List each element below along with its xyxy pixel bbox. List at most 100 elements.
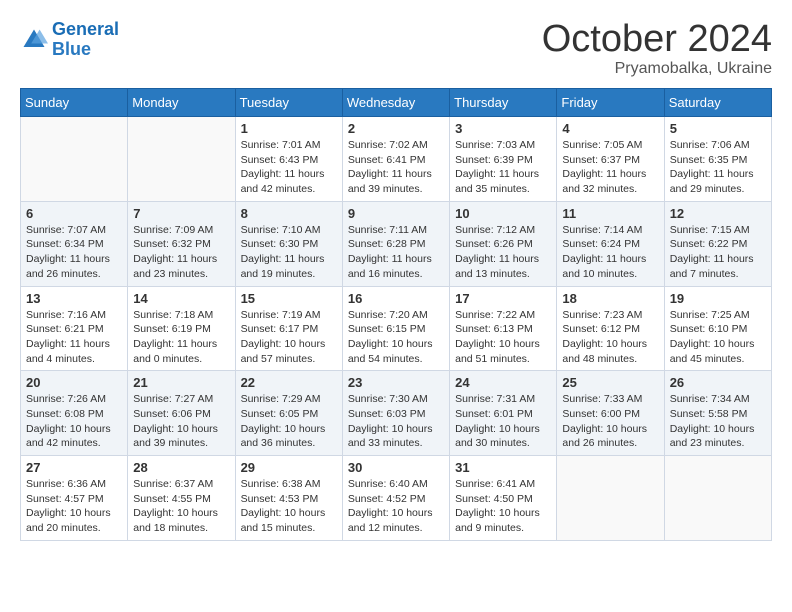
logo-icon <box>20 26 48 54</box>
daylight: Daylight: 11 hours and 7 minutes. <box>670 253 754 280</box>
day-info: Sunrise: 7:16 AM Sunset: 6:21 PM Dayligh… <box>26 308 122 367</box>
calendar-cell: 24 Sunrise: 7:31 AM Sunset: 6:01 PM Dayl… <box>450 371 557 456</box>
day-number: 17 <box>455 291 551 306</box>
daylight: Daylight: 10 hours and 51 minutes. <box>455 338 540 365</box>
day-info: Sunrise: 7:10 AM Sunset: 6:30 PM Dayligh… <box>241 223 337 282</box>
sunset: Sunset: 6:15 PM <box>348 323 426 335</box>
sunset: Sunset: 6:24 PM <box>562 238 640 250</box>
day-number: 3 <box>455 121 551 136</box>
daylight: Daylight: 11 hours and 16 minutes. <box>348 253 432 280</box>
sunrise: Sunrise: 6:41 AM <box>455 478 535 490</box>
calendar-cell: 29 Sunrise: 6:38 AM Sunset: 4:53 PM Dayl… <box>235 456 342 541</box>
sunset: Sunset: 6:19 PM <box>133 323 211 335</box>
sunset: Sunset: 6:08 PM <box>26 408 104 420</box>
calendar-cell: 13 Sunrise: 7:16 AM Sunset: 6:21 PM Dayl… <box>21 286 128 371</box>
calendar-cell: 30 Sunrise: 6:40 AM Sunset: 4:52 PM Dayl… <box>342 456 449 541</box>
calendar-week-row: 20 Sunrise: 7:26 AM Sunset: 6:08 PM Dayl… <box>21 371 772 456</box>
sunset: Sunset: 6:12 PM <box>562 323 640 335</box>
day-number: 11 <box>562 206 658 221</box>
calendar-day-header: Friday <box>557 89 664 117</box>
calendar-cell: 17 Sunrise: 7:22 AM Sunset: 6:13 PM Dayl… <box>450 286 557 371</box>
daylight: Daylight: 10 hours and 9 minutes. <box>455 507 540 534</box>
calendar-day-header: Monday <box>128 89 235 117</box>
daylight: Daylight: 11 hours and 32 minutes. <box>562 168 646 195</box>
daylight: Daylight: 10 hours and 18 minutes. <box>133 507 218 534</box>
sunset: Sunset: 6:01 PM <box>455 408 533 420</box>
sunrise: Sunrise: 7:15 AM <box>670 224 750 236</box>
daylight: Daylight: 11 hours and 4 minutes. <box>26 338 110 365</box>
sunset: Sunset: 6:35 PM <box>670 154 748 166</box>
calendar-body: 1 Sunrise: 7:01 AM Sunset: 6:43 PM Dayli… <box>21 117 772 541</box>
daylight: Daylight: 10 hours and 20 minutes. <box>26 507 111 534</box>
day-number: 15 <box>241 291 337 306</box>
day-info: Sunrise: 7:33 AM Sunset: 6:00 PM Dayligh… <box>562 392 658 451</box>
day-info: Sunrise: 7:26 AM Sunset: 6:08 PM Dayligh… <box>26 392 122 451</box>
sunrise: Sunrise: 7:05 AM <box>562 139 642 151</box>
sunset: Sunset: 5:58 PM <box>670 408 748 420</box>
title-block: October 2024 Pryamobalka, Ukraine <box>542 20 772 78</box>
day-number: 24 <box>455 375 551 390</box>
day-number: 26 <box>670 375 766 390</box>
sunrise: Sunrise: 7:25 AM <box>670 309 750 321</box>
sunrise: Sunrise: 7:09 AM <box>133 224 213 236</box>
day-info: Sunrise: 7:23 AM Sunset: 6:12 PM Dayligh… <box>562 308 658 367</box>
day-info: Sunrise: 7:25 AM Sunset: 6:10 PM Dayligh… <box>670 308 766 367</box>
daylight: Daylight: 10 hours and 54 minutes. <box>348 338 433 365</box>
day-number: 23 <box>348 375 444 390</box>
calendar-cell: 14 Sunrise: 7:18 AM Sunset: 6:19 PM Dayl… <box>128 286 235 371</box>
day-info: Sunrise: 7:07 AM Sunset: 6:34 PM Dayligh… <box>26 223 122 282</box>
sunset: Sunset: 4:55 PM <box>133 493 211 505</box>
daylight: Daylight: 11 hours and 39 minutes. <box>348 168 432 195</box>
sunrise: Sunrise: 6:37 AM <box>133 478 213 490</box>
sunrise: Sunrise: 7:01 AM <box>241 139 321 151</box>
calendar-cell: 25 Sunrise: 7:33 AM Sunset: 6:00 PM Dayl… <box>557 371 664 456</box>
day-info: Sunrise: 7:19 AM Sunset: 6:17 PM Dayligh… <box>241 308 337 367</box>
calendar-day-header: Sunday <box>21 89 128 117</box>
sunrise: Sunrise: 7:19 AM <box>241 309 321 321</box>
sunrise: Sunrise: 7:07 AM <box>26 224 106 236</box>
logo-text: General Blue <box>52 20 119 60</box>
sunset: Sunset: 6:13 PM <box>455 323 533 335</box>
sunrise: Sunrise: 6:36 AM <box>26 478 106 490</box>
calendar-week-row: 27 Sunrise: 6:36 AM Sunset: 4:57 PM Dayl… <box>21 456 772 541</box>
daylight: Daylight: 11 hours and 0 minutes. <box>133 338 217 365</box>
day-info: Sunrise: 7:14 AM Sunset: 6:24 PM Dayligh… <box>562 223 658 282</box>
day-number: 28 <box>133 460 229 475</box>
sunset: Sunset: 6:28 PM <box>348 238 426 250</box>
sunset: Sunset: 6:26 PM <box>455 238 533 250</box>
calendar-cell: 21 Sunrise: 7:27 AM Sunset: 6:06 PM Dayl… <box>128 371 235 456</box>
day-info: Sunrise: 7:15 AM Sunset: 6:22 PM Dayligh… <box>670 223 766 282</box>
daylight: Daylight: 10 hours and 45 minutes. <box>670 338 755 365</box>
calendar-cell: 28 Sunrise: 6:37 AM Sunset: 4:55 PM Dayl… <box>128 456 235 541</box>
day-number: 30 <box>348 460 444 475</box>
sunrise: Sunrise: 7:18 AM <box>133 309 213 321</box>
calendar-week-row: 6 Sunrise: 7:07 AM Sunset: 6:34 PM Dayli… <box>21 201 772 286</box>
daylight: Daylight: 10 hours and 36 minutes. <box>241 423 326 450</box>
sunset: Sunset: 4:53 PM <box>241 493 319 505</box>
calendar-table: SundayMondayTuesdayWednesdayThursdayFrid… <box>20 88 772 541</box>
day-number: 4 <box>562 121 658 136</box>
day-number: 22 <box>241 375 337 390</box>
daylight: Daylight: 11 hours and 42 minutes. <box>241 168 325 195</box>
day-info: Sunrise: 7:01 AM Sunset: 6:43 PM Dayligh… <box>241 138 337 197</box>
calendar-cell <box>21 117 128 202</box>
day-number: 18 <box>562 291 658 306</box>
day-info: Sunrise: 6:37 AM Sunset: 4:55 PM Dayligh… <box>133 477 229 536</box>
sunrise: Sunrise: 6:40 AM <box>348 478 428 490</box>
sunset: Sunset: 6:43 PM <box>241 154 319 166</box>
sunset: Sunset: 4:52 PM <box>348 493 426 505</box>
day-number: 25 <box>562 375 658 390</box>
sunset: Sunset: 4:57 PM <box>26 493 104 505</box>
calendar-cell: 19 Sunrise: 7:25 AM Sunset: 6:10 PM Dayl… <box>664 286 771 371</box>
logo-line2: Blue <box>52 39 91 59</box>
sunrise: Sunrise: 7:03 AM <box>455 139 535 151</box>
day-number: 21 <box>133 375 229 390</box>
calendar-cell: 1 Sunrise: 7:01 AM Sunset: 6:43 PM Dayli… <box>235 117 342 202</box>
calendar-cell: 15 Sunrise: 7:19 AM Sunset: 6:17 PM Dayl… <box>235 286 342 371</box>
sunrise: Sunrise: 7:31 AM <box>455 393 535 405</box>
calendar-cell: 27 Sunrise: 6:36 AM Sunset: 4:57 PM Dayl… <box>21 456 128 541</box>
sunrise: Sunrise: 7:29 AM <box>241 393 321 405</box>
calendar-day-header: Wednesday <box>342 89 449 117</box>
day-info: Sunrise: 7:27 AM Sunset: 6:06 PM Dayligh… <box>133 392 229 451</box>
sunrise: Sunrise: 7:06 AM <box>670 139 750 151</box>
